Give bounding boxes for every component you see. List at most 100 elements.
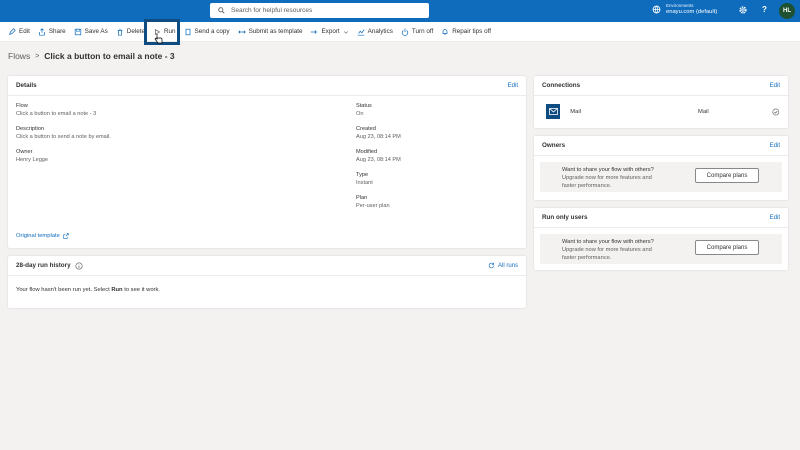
repair-tips-button[interactable]: Repair tips off [441, 22, 491, 42]
connections-edit-link[interactable]: Edit [770, 83, 780, 89]
pencil-icon [9, 27, 16, 35]
chevron-right-icon: > [35, 52, 40, 60]
promo-line1: Want to share your flow with others? [562, 239, 654, 245]
description-value: Click a button to send a note by email. [16, 134, 111, 140]
plan-value: Per-user plan [356, 203, 390, 209]
save-as-button[interactable]: Save As [74, 22, 108, 42]
command-bar: Edit Share Save As Delete Run Send a cop… [0, 22, 800, 42]
repair-tips-label: Repair tips off [452, 28, 491, 35]
environment-label: Environments [666, 3, 694, 8]
analytics-icon [357, 28, 365, 36]
flow-value: Click a button to email a note - 3 [16, 111, 97, 117]
power-icon [401, 28, 409, 36]
run-history-title: 28-day run history [16, 261, 83, 270]
modified-label: Modified [356, 149, 378, 155]
all-runs-label: All runs [497, 262, 518, 269]
compare-plans-button[interactable]: Compare plans [695, 168, 759, 183]
compare-plans-button[interactable]: Compare plans [695, 240, 759, 255]
message-pre: Your flow hasn't been run yet. Select [16, 287, 110, 293]
run-history-title-text: 28-day run history [16, 262, 71, 269]
edit-button[interactable]: Edit [8, 22, 30, 42]
modified-field: Modified Aug 23, 08:14 PM [356, 148, 401, 164]
share-icon [39, 27, 45, 36]
gear-icon[interactable] [738, 5, 748, 15]
search-placeholder: Search for helpful resources [231, 7, 313, 14]
description-label: Description [16, 126, 44, 132]
owners-edit-link[interactable]: Edit [770, 143, 780, 149]
share-button[interactable]: Share [38, 22, 66, 42]
hand-cursor-icon [154, 34, 163, 44]
details-title: Details [16, 82, 37, 89]
trash-icon [117, 28, 123, 36]
all-runs-link[interactable]: All runs [488, 262, 518, 269]
send-copy-button[interactable]: Send a copy [184, 22, 230, 42]
owner-label: Owner [16, 149, 33, 155]
status-field: Status On [356, 102, 372, 118]
connection-type: Mail [698, 108, 709, 115]
environment-name: enayu.com (default) [666, 9, 718, 15]
delete-label: Delete [126, 28, 145, 35]
save-icon [74, 28, 81, 35]
environment-picker[interactable]: Environments enayu.com (default) [652, 2, 717, 16]
connections-title: Connections [542, 82, 581, 89]
share-label: Share [48, 28, 66, 35]
original-template-link[interactable]: Original template [16, 233, 69, 239]
page-title: Click a button to email a note - 3 [44, 51, 175, 61]
connection-row: Mail Mail [546, 104, 780, 119]
created-value: Aug 23, 08:14 PM [356, 134, 401, 140]
info-icon[interactable] [75, 261, 83, 270]
owner-value: Henry Legge [16, 157, 49, 163]
created-field: Created Aug 23, 08:14 PM [356, 125, 401, 141]
status-label: Status [356, 103, 372, 109]
owners-upgrade-banner: Want to share your flow with others? Upg… [540, 162, 782, 192]
promo-line3: faster performance. [562, 255, 612, 261]
plan-label: Plan [356, 195, 368, 201]
promo-line2: Upgrade now for more features and [562, 247, 652, 253]
plan-field: Plan Per-user plan [356, 194, 390, 210]
flow-label: Flow [16, 103, 28, 109]
mail-icon [546, 104, 561, 119]
search-box[interactable]: Search for helpful resources [210, 3, 429, 18]
export-button[interactable]: Export [310, 22, 348, 42]
description-field: Description Click a button to send a not… [16, 125, 111, 141]
message-post: to see it work. [124, 287, 160, 293]
search-icon [218, 7, 225, 14]
connections-card: Connections Edit Mail Mail [534, 76, 788, 128]
avatar[interactable]: HL [779, 3, 795, 19]
run-only-users-card: Run only users Edit Want to share your f… [534, 208, 788, 270]
save-as-label: Save As [84, 28, 108, 35]
environment-icon [652, 5, 661, 13]
breadcrumb: Flows > Click a button to email a note -… [8, 51, 175, 61]
refresh-icon [488, 262, 495, 269]
check-circle-icon [772, 108, 780, 115]
details-edit-link[interactable]: Edit [508, 83, 518, 89]
template-icon [237, 30, 246, 33]
submit-template-button[interactable]: Submit as template [237, 22, 302, 42]
export-icon [311, 29, 318, 34]
top-bar: Search for helpful resources Environment… [0, 0, 800, 22]
message-run: Run [111, 287, 123, 293]
promo-line3: faster performance. [562, 183, 612, 189]
delete-button[interactable]: Delete [116, 22, 145, 42]
flow-field: Flow Click a button to email a note - 3 [16, 102, 96, 118]
type-value: Instant [356, 180, 373, 186]
created-label: Created [356, 126, 376, 132]
connection-name: Mail [570, 108, 581, 115]
details-card: Details Edit Flow Click a button to emai… [8, 76, 526, 248]
run-only-users-upgrade-banner: Want to share your flow with others? Upg… [540, 234, 782, 264]
turn-off-button[interactable]: Turn off [401, 22, 433, 42]
analytics-button[interactable]: Analytics [357, 22, 393, 42]
status-value: On [356, 111, 364, 117]
run-history-message: Your flow hasn't been run yet. Select Ru… [8, 276, 526, 304]
owners-card: Owners Edit Want to share your flow with… [534, 136, 788, 200]
type-field: Type Instant [356, 171, 373, 187]
promo-line2: Upgrade now for more features and [562, 175, 652, 181]
chevron-down-icon [343, 30, 348, 34]
breadcrumb-flows[interactable]: Flows [8, 51, 30, 61]
help-icon[interactable]: ? [762, 5, 767, 14]
run-history-card: 28-day run history All runs Your flow ha… [8, 256, 526, 308]
edit-label: Edit [19, 28, 30, 35]
modified-value: Aug 23, 08:14 PM [356, 157, 401, 163]
bell-icon [442, 28, 448, 35]
run-only-users-edit-link[interactable]: Edit [770, 215, 780, 221]
